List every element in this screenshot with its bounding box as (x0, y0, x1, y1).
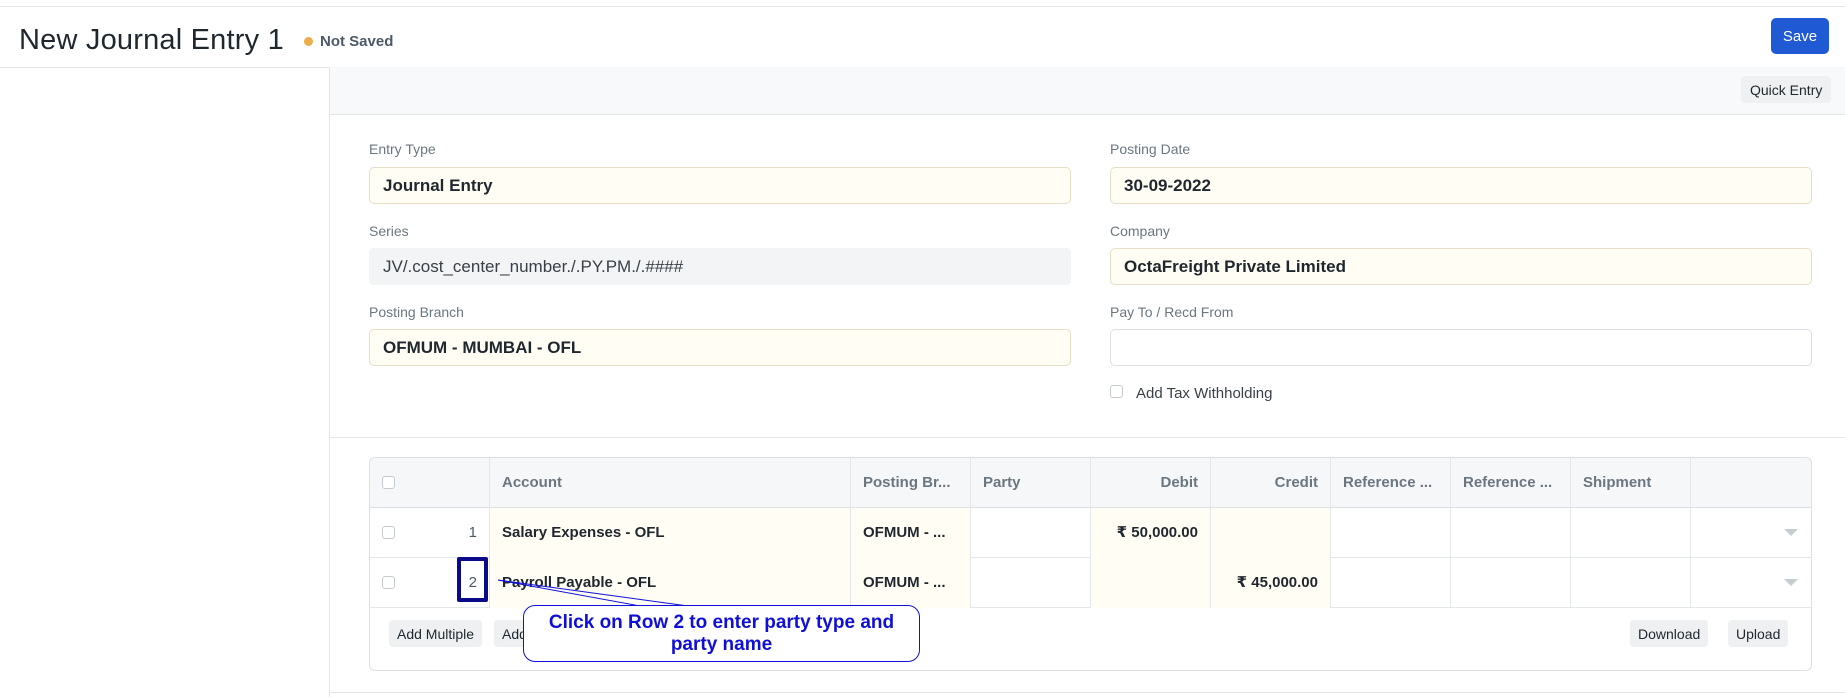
table-row[interactable]: 1 Salary Expenses - OFL OFMUM - ... ₹ 50… (370, 508, 1811, 558)
top-border (0, 6, 1845, 7)
upload-button[interactable]: Upload (1728, 620, 1789, 647)
row-credit-cell[interactable]: ₹ 45,000.00 (1211, 558, 1331, 608)
row-party-cell[interactable] (971, 508, 1091, 558)
table-header: Account Posting Br... Party Debit Credit… (370, 458, 1811, 508)
status-indicator: Not Saved (304, 33, 393, 50)
posting-date-field[interactable]: 30-09-2022 (1110, 167, 1812, 204)
form-card: Quick Entry Entry Type Journal Entry Ser… (329, 67, 1845, 697)
row-account-cell[interactable]: Payroll Payable - OFL (490, 558, 851, 608)
series-field[interactable]: JV/.cost_center_number./.PY.PM./.#### (369, 248, 1071, 285)
column-header-posting-branch[interactable]: Posting Br... (851, 458, 971, 508)
row-shipment-cell[interactable] (1571, 558, 1691, 608)
bottom-divider (330, 692, 1845, 693)
column-header-debit[interactable]: Debit (1091, 458, 1211, 508)
posting-date-label: Posting Date (1110, 141, 1191, 157)
column-header-reference-2[interactable]: Reference ... (1451, 458, 1571, 508)
row-account-cell[interactable]: Salary Expenses - OFL (490, 508, 851, 558)
row-shipment-cell[interactable] (1571, 508, 1691, 558)
row-posting-branch-cell[interactable]: OFMUM - ... (851, 508, 971, 558)
entry-type-field[interactable]: Journal Entry (369, 167, 1071, 204)
quick-entry-button[interactable]: Quick Entry (1741, 76, 1832, 103)
add-tax-withholding-label: Add Tax Withholding (1136, 385, 1273, 402)
status-text: Not Saved (320, 33, 394, 50)
form-toolbar: Quick Entry (330, 67, 1845, 115)
entry-type-label: Entry Type (369, 141, 436, 157)
posting-branch-label: Posting Branch (369, 304, 464, 320)
row-checkbox[interactable] (382, 526, 395, 539)
row-reference-1-cell[interactable] (1331, 558, 1451, 608)
column-header-credit[interactable]: Credit (1211, 458, 1331, 508)
row-2-highlight (457, 557, 488, 602)
row-index[interactable]: 1 (430, 508, 490, 558)
column-header-reference-1[interactable]: Reference ... (1331, 458, 1451, 508)
status-dot-icon (304, 37, 313, 46)
chevron-down-icon[interactable] (1784, 529, 1798, 536)
instruction-tooltip: Click on Row 2 to enter party type and p… (523, 605, 920, 662)
select-all-checkbox[interactable] (382, 476, 395, 489)
row-checkbox[interactable] (382, 576, 395, 589)
series-label: Series (369, 223, 409, 239)
company-label: Company (1110, 223, 1170, 239)
page-title: New Journal Entry 1 (19, 24, 284, 56)
row-debit-cell[interactable] (1091, 558, 1211, 608)
company-field[interactable]: OctaFreight Private Limited (1110, 248, 1812, 285)
save-button[interactable]: Save (1771, 18, 1829, 54)
column-header-shipment[interactable]: Shipment (1571, 458, 1691, 508)
pay-to-label: Pay To / Recd From (1110, 304, 1234, 320)
row-actions-cell[interactable] (1691, 508, 1811, 558)
row-posting-branch-cell[interactable]: OFMUM - ... (851, 558, 971, 608)
pay-to-field[interactable] (1110, 329, 1812, 366)
row-reference-2-cell[interactable] (1451, 558, 1571, 608)
row-reference-2-cell[interactable] (1451, 508, 1571, 558)
add-multiple-button[interactable]: Add Multiple (389, 620, 483, 647)
column-header-actions (1691, 458, 1811, 508)
add-tax-withholding-checkbox[interactable] (1110, 385, 1123, 398)
table-row[interactable]: 2 Payroll Payable - OFL OFMUM - ... ₹ 45… (370, 558, 1811, 608)
row-actions-cell[interactable] (1691, 558, 1811, 608)
column-header-account[interactable]: Account (490, 458, 851, 508)
select-all-cell (370, 458, 490, 508)
download-button[interactable]: Download (1630, 620, 1709, 647)
row-reference-1-cell[interactable] (1331, 508, 1451, 558)
row-credit-cell[interactable] (1211, 508, 1331, 558)
row-debit-cell[interactable]: ₹ 50,000.00 (1091, 508, 1211, 558)
posting-branch-field[interactable]: OFMUM - MUMBAI - OFL (369, 329, 1071, 366)
row-party-cell[interactable] (971, 558, 1091, 608)
section-divider (330, 437, 1845, 438)
column-header-party[interactable]: Party (971, 458, 1091, 508)
chevron-down-icon[interactable] (1784, 579, 1798, 586)
